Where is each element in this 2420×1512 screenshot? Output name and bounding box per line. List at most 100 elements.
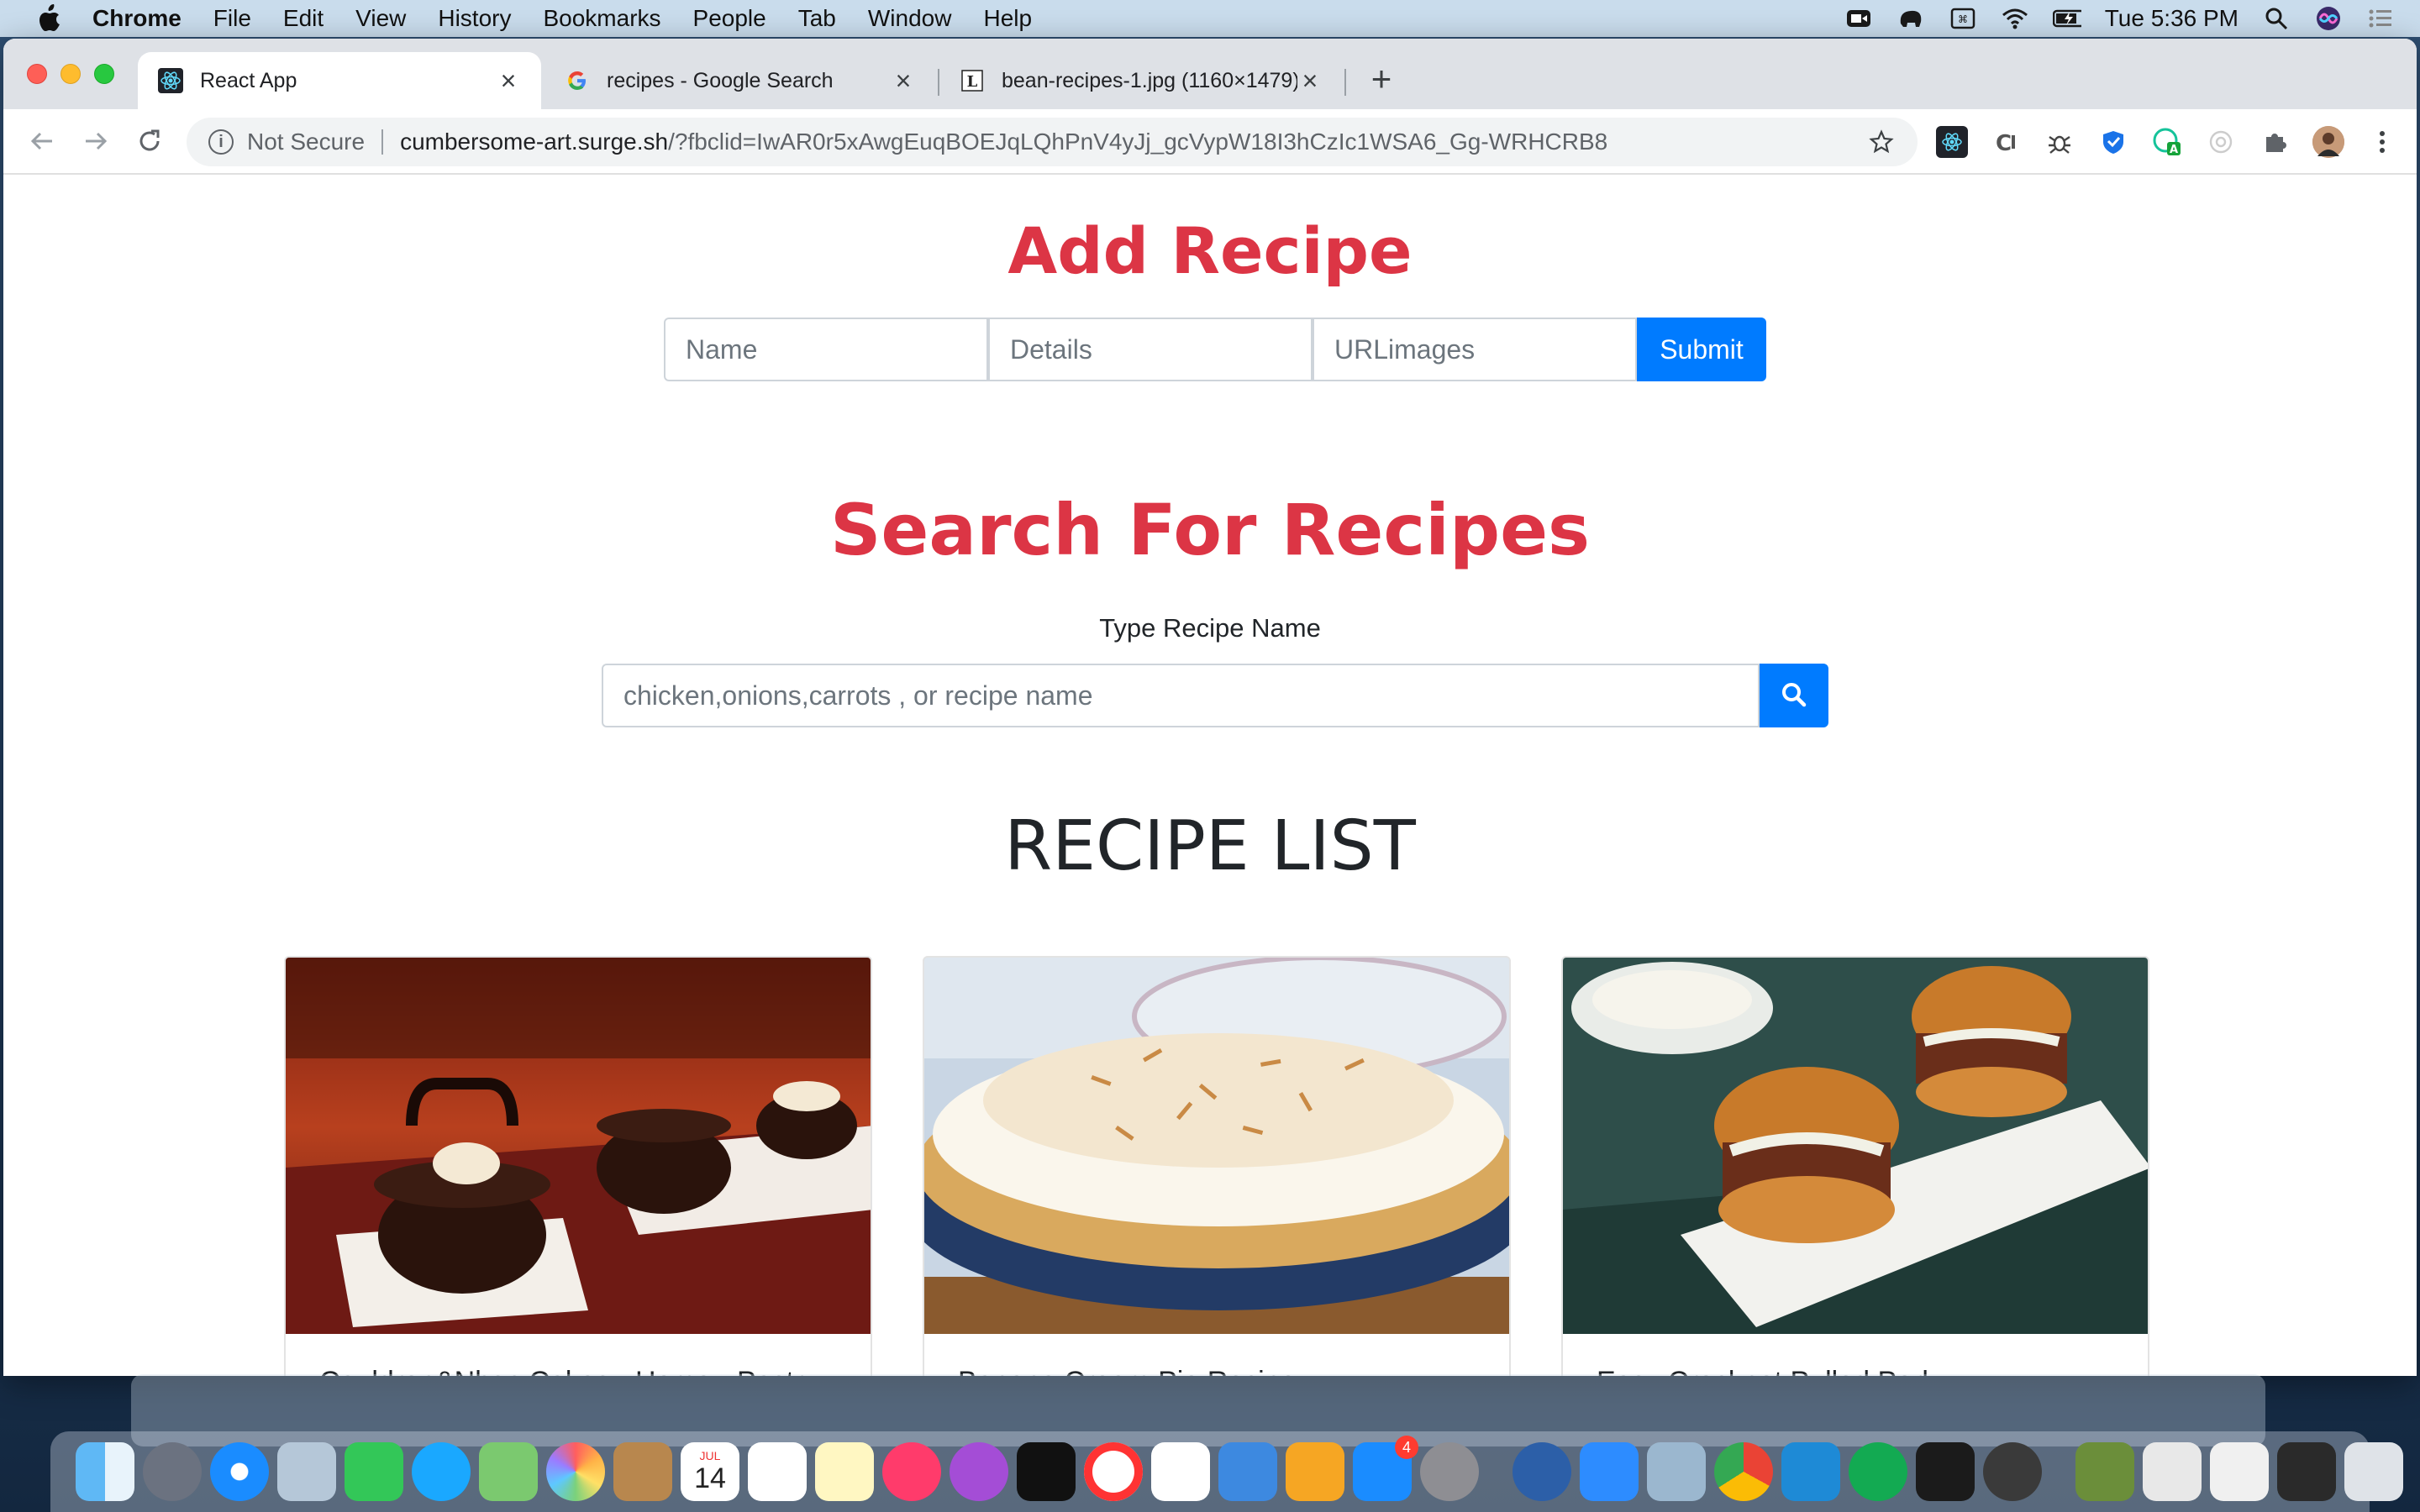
battery-icon[interactable] [2052,4,2081,33]
menu-tab[interactable]: Tab [798,5,836,32]
recipe-card[interactable]: Cauldron&Nbsp;Cakes - Home - Pastry Affa… [284,956,872,1376]
close-window-button[interactable] [27,64,47,84]
security-label[interactable]: Not Secure [247,129,365,155]
messages-icon[interactable] [412,1442,471,1501]
notification-center-icon[interactable] [2366,4,2395,33]
menu-file[interactable]: File [213,5,251,32]
window-stack-icon[interactable] [2277,1442,2336,1501]
notes-icon[interactable] [815,1442,874,1501]
tab-title: recipes - Google Search [607,68,834,92]
finder-icon[interactable] [76,1442,134,1501]
trash-icon[interactable] [2344,1442,2403,1501]
new-tab-button[interactable]: + [1365,61,1398,97]
dock: JUL 14 4 [50,1431,2403,1512]
omnibox-divider [381,129,384,155]
tab-separator [1344,69,1346,96]
screenshot-stack-icon[interactable] [2210,1442,2269,1501]
terminal-icon[interactable] [1916,1442,1975,1501]
recipe-details-input[interactable] [988,318,1313,381]
minimize-window-button[interactable] [60,64,81,84]
cssviewer-icon[interactable]: C [1990,126,2022,158]
close-tab-icon[interactable]: × [496,66,521,96]
web-page: Add Recipe Submit Search For Recipes Typ… [3,175,2417,1376]
facetime-icon[interactable] [345,1442,403,1501]
menu-edit[interactable]: Edit [283,5,324,32]
downloads-stack-icon[interactable] [2075,1442,2134,1501]
zoom-icon[interactable] [1580,1442,1639,1501]
close-tab-icon[interactable]: × [891,66,916,96]
reminders-icon[interactable] [748,1442,807,1501]
chrome-menu-icon[interactable] [2366,126,2398,158]
forward-icon[interactable] [72,118,119,165]
system-preferences-icon[interactable] [1420,1442,1479,1501]
launchpad-icon[interactable] [143,1442,202,1501]
keynote-icon[interactable] [1218,1442,1277,1501]
spotlight-search-icon[interactable] [2262,4,2291,33]
apple-tv-icon[interactable] [1017,1442,1076,1501]
recipe-image-url-input[interactable] [1313,318,1637,381]
tab-image[interactable]: L bean-recipes-1.jpg (1160×1479) × [939,52,1343,109]
menu-app-name[interactable]: Chrome [92,5,182,32]
extension-disabled-icon[interactable] [2205,126,2237,158]
preview-icon[interactable] [1647,1442,1706,1501]
recipe-image [1563,958,2148,1334]
keyboard-status-icon[interactable]: ⌘ [1949,4,1977,33]
profile-avatar[interactable] [2312,126,2344,158]
menu-view[interactable]: View [355,5,406,32]
reload-icon[interactable] [126,118,173,165]
info-icon[interactable]: i [208,129,234,155]
app-store-icon[interactable]: 4 [1353,1436,1418,1501]
safari-icon[interactable] [210,1442,269,1501]
calendar-icon[interactable]: JUL 14 [681,1442,739,1501]
menu-window[interactable]: Window [868,5,952,32]
calendar-day: 14 [694,1462,726,1494]
menu-bookmarks[interactable]: Bookmarks [543,5,660,32]
back-icon[interactable] [18,118,66,165]
zoom-status-icon[interactable] [1844,4,1873,33]
apple-icon[interactable] [32,2,66,35]
address-bar[interactable]: i Not Secure cumbersome-art.surge.sh/?fb… [187,118,1918,166]
recipe-card[interactable]: Easy Crockpot Pulled Pork [1561,956,2149,1376]
recipe-name-input[interactable] [664,318,988,381]
tableplus-icon[interactable] [1512,1442,1571,1501]
maps-icon[interactable] [479,1442,538,1501]
photos-icon[interactable] [546,1442,605,1501]
submit-button[interactable]: Submit [1637,318,1766,381]
search-button[interactable] [1760,664,1828,727]
music-icon[interactable] [882,1442,941,1501]
contacts-icon[interactable] [613,1442,672,1501]
close-tab-icon[interactable]: × [1297,66,1323,96]
react-devtools-icon[interactable] [1936,126,1968,158]
tab-react-app[interactable]: React App × [138,52,541,109]
bug-icon[interactable] [2044,126,2075,158]
mongodb-compass-icon[interactable] [1849,1442,1907,1501]
shield-icon[interactable] [2097,126,2129,158]
document-stack-icon[interactable] [2143,1442,2202,1501]
recipe-card[interactable]: Banana Cream Pie Recipe [923,956,1511,1376]
siri-icon[interactable] [2314,4,2343,33]
bookmark-star-icon[interactable] [1867,128,1896,156]
mail-icon[interactable] [277,1442,336,1501]
numbers-icon[interactable] [1151,1442,1210,1501]
podcasts-icon[interactable] [950,1442,1008,1501]
browser-toolbar: i Not Secure cumbersome-art.surge.sh/?fb… [3,109,2417,175]
menubar-clock[interactable]: Tue 5:36 PM [2105,5,2238,32]
menu-help[interactable]: Help [983,5,1032,32]
wifi-icon[interactable] [2001,4,2029,33]
url-text[interactable]: cumbersome-art.surge.sh/?fbclid=IwAR0r5x… [400,129,1867,155]
puzzle-icon[interactable] [2259,126,2291,158]
chrome-icon[interactable] [1714,1442,1773,1501]
google-icon [565,68,590,93]
elephant-status-icon[interactable] [1897,4,1925,33]
vscode-icon[interactable] [1781,1442,1840,1501]
menu-people[interactable]: People [693,5,766,32]
grammarly-icon[interactable]: A [2151,126,2183,158]
tab-google-search[interactable]: recipes - Google Search × [544,52,936,109]
zoom-window-button[interactable] [94,64,114,84]
pages-icon[interactable] [1286,1442,1344,1501]
search-input[interactable] [602,664,1760,727]
quicktime-icon[interactable] [1983,1442,2042,1501]
search-bar [602,664,1828,727]
news-icon[interactable] [1084,1442,1143,1501]
menu-history[interactable]: History [438,5,511,32]
